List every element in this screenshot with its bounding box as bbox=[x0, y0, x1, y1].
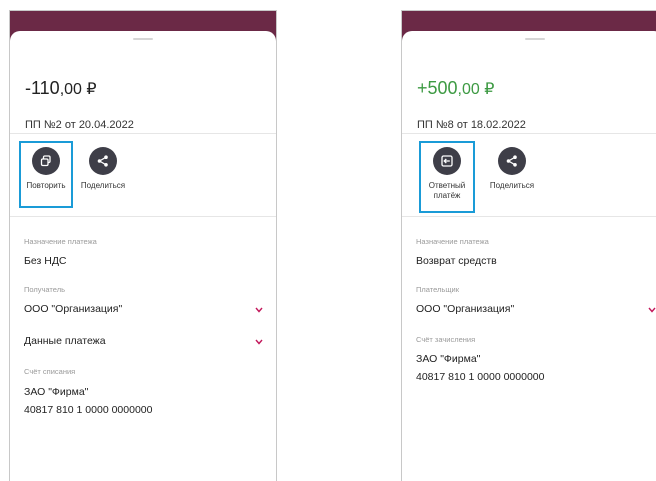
payment-data-toggle[interactable]: Данные платежа bbox=[24, 335, 106, 347]
divider bbox=[10, 133, 276, 134]
payment-details-sheet: +500,00 ₽ ПП №8 от 18.02.2022 Ответный п… bbox=[402, 31, 656, 481]
credit-account-number: 40817 810 1 0000 0000000 bbox=[416, 371, 545, 383]
debit-account-caption: Счёт списания bbox=[24, 367, 76, 376]
chevron-down-icon[interactable] bbox=[648, 307, 656, 313]
share-button-label: Поделиться bbox=[489, 181, 535, 190]
reply-payment-button[interactable]: Ответный платёж bbox=[421, 147, 473, 201]
amount-integer: -110 bbox=[25, 78, 60, 98]
credit-account-caption: Счёт зачисления bbox=[416, 335, 476, 344]
chevron-down-icon[interactable] bbox=[255, 307, 263, 313]
purpose-value: Возврат средств bbox=[416, 255, 497, 267]
debit-account-number: 40817 810 1 0000 0000000 bbox=[24, 404, 153, 416]
payment-document-title: ПП №2 от 20.04.2022 bbox=[25, 119, 134, 131]
reply-payment-label-line2: платёж bbox=[433, 191, 461, 200]
share-button-circle[interactable] bbox=[89, 147, 117, 175]
share-icon bbox=[506, 155, 517, 167]
divider bbox=[402, 133, 656, 134]
reply-payment-button-circle[interactable] bbox=[433, 147, 461, 175]
share-button-circle[interactable] bbox=[498, 147, 526, 175]
share-icon bbox=[97, 155, 108, 167]
divider bbox=[10, 216, 276, 217]
right-phone-screen: +500,00 ₽ ПП №8 от 18.02.2022 Ответный п… bbox=[401, 10, 656, 481]
payer-caption: Плательщик bbox=[416, 285, 459, 294]
payment-amount: -110,00 ₽ bbox=[25, 78, 97, 99]
reply-payment-icon bbox=[441, 155, 453, 167]
recipient-value[interactable]: ООО "Организация" bbox=[24, 303, 122, 315]
recipient-caption: Получатель bbox=[24, 285, 65, 294]
purpose-value: Без НДС bbox=[24, 255, 67, 267]
share-button-label: Поделиться bbox=[80, 181, 126, 190]
repeat-button-label: Повторить bbox=[26, 181, 66, 190]
share-button[interactable]: Поделиться bbox=[483, 147, 541, 191]
amount-fraction: ,00 ₽ bbox=[59, 81, 97, 98]
repeat-button[interactable]: Повторить bbox=[20, 147, 72, 191]
copy-icon bbox=[40, 155, 51, 167]
payment-details-sheet: -110,00 ₽ ПП №2 от 20.04.2022 Повторить bbox=[10, 31, 276, 481]
chevron-down-icon[interactable] bbox=[255, 339, 263, 345]
payment-amount: +500,00 ₽ bbox=[417, 78, 494, 99]
repeat-button-circle[interactable] bbox=[32, 147, 60, 175]
sheet-drag-handle[interactable] bbox=[525, 38, 545, 40]
purpose-caption: Назначение платежа bbox=[24, 237, 97, 246]
amount-fraction: ,00 ₽ bbox=[457, 81, 495, 98]
amount-integer: +500 bbox=[417, 78, 458, 98]
reply-payment-label: Ответный платёж bbox=[421, 181, 473, 201]
payment-document-title: ПП №8 от 18.02.2022 bbox=[417, 119, 526, 131]
purpose-caption: Назначение платежа bbox=[416, 237, 489, 246]
share-button[interactable]: Поделиться bbox=[74, 147, 132, 191]
reply-payment-label-line1: Ответный bbox=[428, 181, 466, 190]
sheet-drag-handle[interactable] bbox=[133, 38, 153, 40]
payer-value[interactable]: ООО "Организация" bbox=[416, 303, 514, 315]
left-phone-screen: -110,00 ₽ ПП №2 от 20.04.2022 Повторить bbox=[9, 10, 277, 481]
divider bbox=[402, 216, 656, 217]
debit-account-name: ЗАО "Фирма" bbox=[24, 386, 89, 398]
credit-account-name: ЗАО "Фирма" bbox=[416, 353, 481, 365]
